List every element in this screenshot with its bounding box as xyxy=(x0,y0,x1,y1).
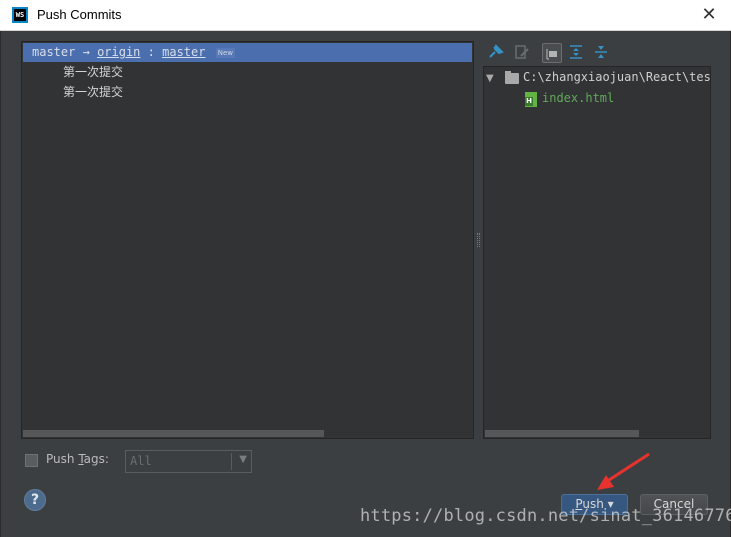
watermark: https://blog.csdn.net/sinat_36146776 xyxy=(360,506,731,526)
annotation-arrow-icon xyxy=(597,452,650,490)
